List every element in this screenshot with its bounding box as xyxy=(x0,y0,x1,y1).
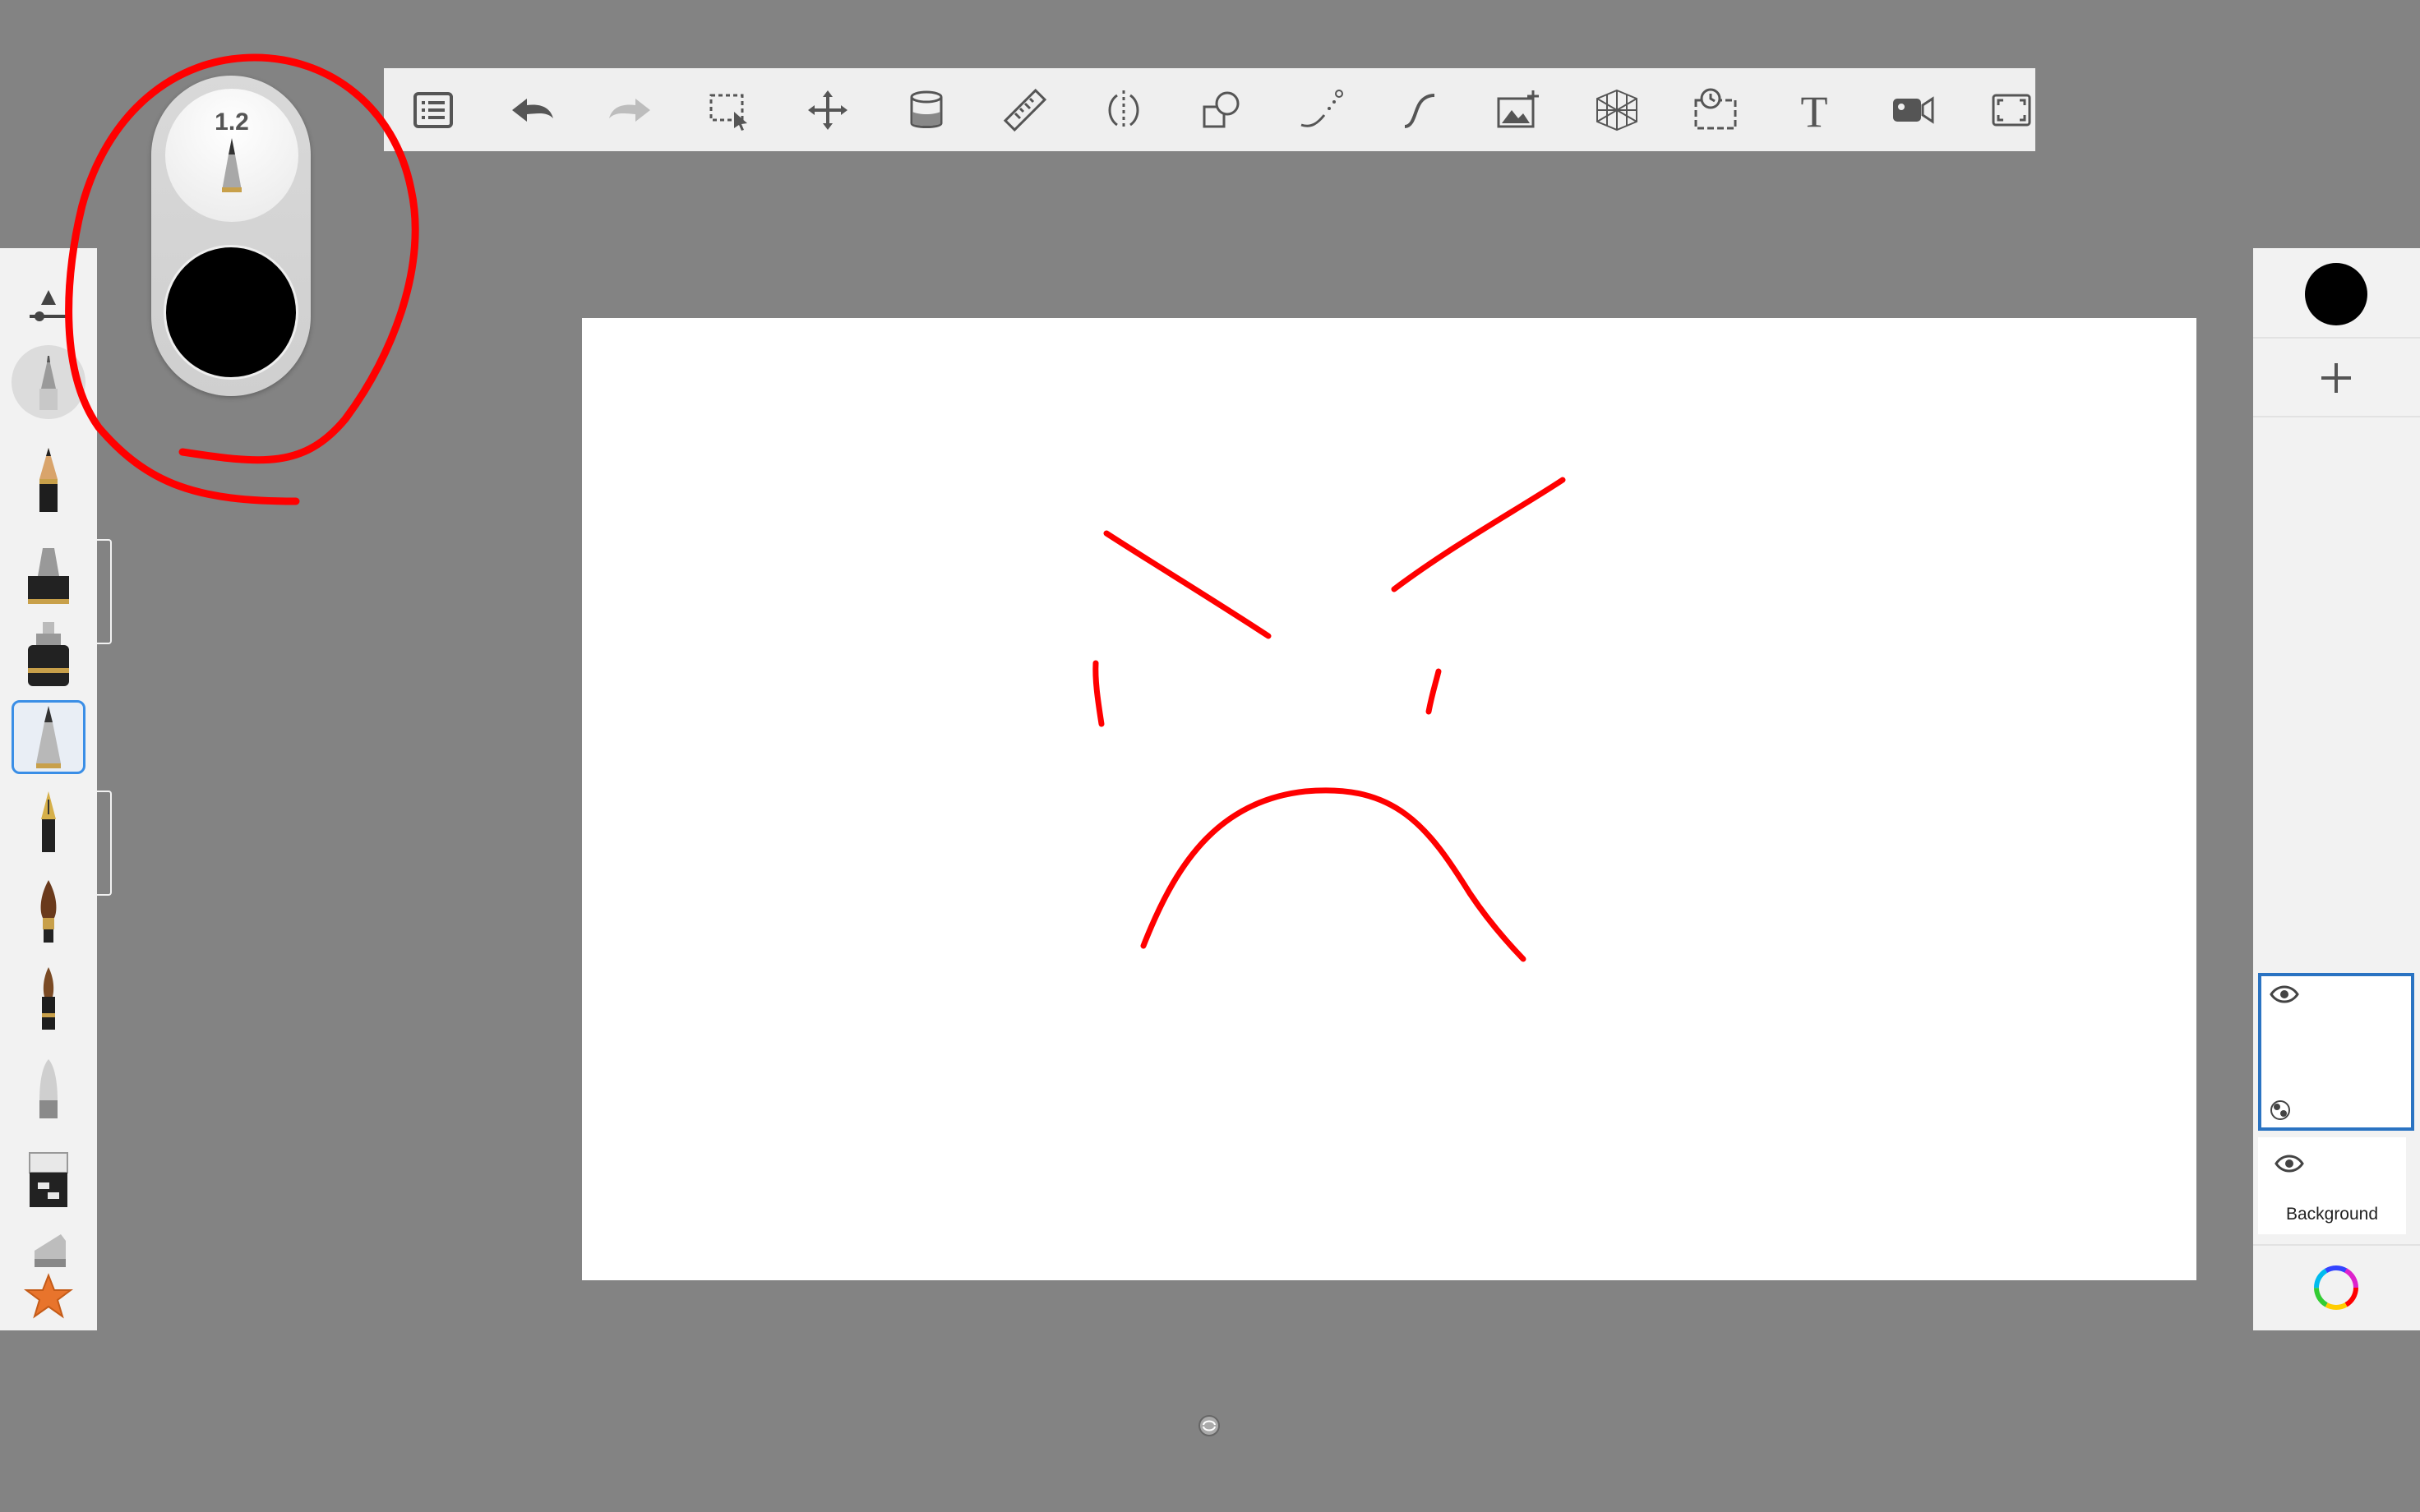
svg-text:T: T xyxy=(1801,87,1828,133)
angry-face-drawing xyxy=(1092,477,1566,962)
perspective-guide-icon[interactable] xyxy=(1568,68,1666,151)
eye-icon[interactable] xyxy=(2270,984,2299,1004)
panel-divider xyxy=(2253,416,2420,417)
move-transform-icon[interactable] xyxy=(778,68,877,151)
steady-stroke-icon[interactable] xyxy=(1370,68,1469,151)
redo-icon[interactable] xyxy=(581,68,680,151)
plus-icon xyxy=(2321,363,2351,393)
left-eye-stroke xyxy=(1092,660,1105,727)
frown-stroke xyxy=(1140,787,1526,962)
layer-thumbnail-1[interactable] xyxy=(2258,973,2414,1131)
ballpoint-pen[interactable] xyxy=(12,700,85,774)
brush-set-tab[interactable] xyxy=(97,791,112,896)
current-color-swatch[interactable] xyxy=(2305,263,2367,325)
text-icon[interactable]: T xyxy=(1765,68,1863,151)
favorites-star-icon[interactable] xyxy=(12,1267,85,1325)
ink-bottle-pen[interactable] xyxy=(12,618,85,692)
ink-brush[interactable] xyxy=(12,961,85,1035)
hard-eraser[interactable] xyxy=(12,1142,85,1216)
annotation-circle xyxy=(65,53,419,505)
fill-bucket-icon[interactable] xyxy=(877,68,976,151)
right-eyebrow-stroke xyxy=(1391,477,1566,592)
video-record-icon[interactable] xyxy=(1863,68,1962,151)
predictive-stroke-icon[interactable] xyxy=(1272,68,1370,151)
top-toolbar: T xyxy=(384,68,2035,151)
add-image-icon[interactable] xyxy=(1469,68,1568,151)
undo-icon[interactable] xyxy=(483,68,581,151)
layer-options-icon[interactable] xyxy=(2270,1099,2291,1121)
soft-eraser[interactable] xyxy=(12,1052,85,1126)
fullscreen-icon[interactable] xyxy=(1962,68,2061,151)
symmetry-icon[interactable] xyxy=(1074,68,1173,151)
ruler-icon[interactable] xyxy=(976,68,1074,151)
fountain-pen[interactable] xyxy=(12,787,85,861)
brush-set-tab[interactable] xyxy=(97,539,112,644)
chisel-marker[interactable] xyxy=(12,1218,85,1267)
right-eye-stroke xyxy=(1425,668,1442,715)
color-wheel-icon[interactable] xyxy=(2311,1263,2361,1312)
left-eyebrow-stroke xyxy=(1103,530,1272,639)
layer-label-background: Background xyxy=(2285,1205,2379,1224)
selection-icon[interactable] xyxy=(680,68,778,151)
marker[interactable] xyxy=(12,537,85,611)
eye-icon[interactable] xyxy=(2275,1154,2304,1173)
time-lapse-icon[interactable] xyxy=(1666,68,1765,151)
drawing-canvas[interactable] xyxy=(582,318,2196,1280)
panel-divider xyxy=(2253,1244,2420,1246)
add-layer-button[interactable] xyxy=(2311,353,2361,403)
shapes-icon[interactable] xyxy=(1173,68,1272,151)
canvas-reset-icon[interactable] xyxy=(1196,1413,1222,1439)
paintbrush[interactable] xyxy=(12,873,85,947)
panel-divider xyxy=(2253,337,2420,339)
